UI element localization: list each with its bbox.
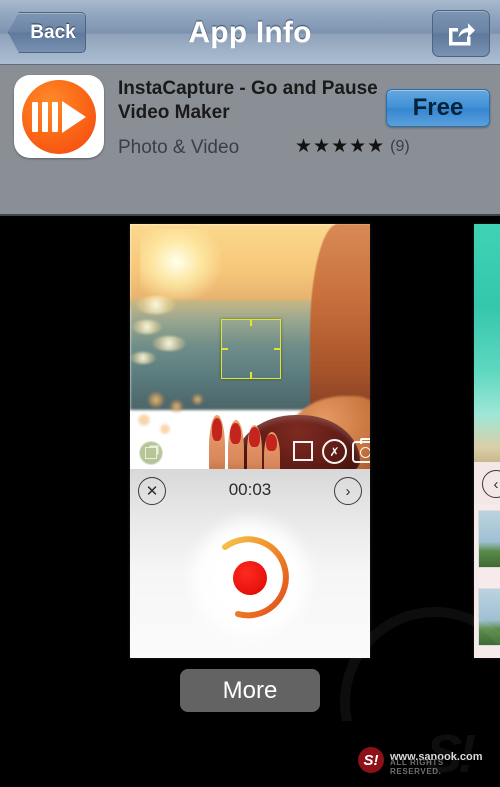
camera-flip-icon[interactable] [352, 438, 370, 463]
rating: ★★★★★ (9) [295, 137, 410, 156]
navigation-bar: App Info Back [0, 0, 500, 65]
record-button[interactable] [197, 525, 303, 631]
focus-rectangle [221, 319, 281, 379]
square-icon[interactable] [293, 441, 313, 461]
bokeh-light [170, 400, 183, 413]
water-glint [130, 352, 156, 364]
water-glint [152, 336, 186, 351]
play-triangle-icon [62, 100, 86, 133]
back-button[interactable]: Back [8, 12, 86, 53]
camera-toolbar: ✗ [130, 433, 370, 469]
app-category: Photo & Video [118, 137, 240, 158]
share-button[interactable] [432, 10, 490, 57]
bokeh-light [192, 394, 203, 405]
camera-viewfinder-preview: ✗ [130, 224, 370, 469]
pause-bars-icon [32, 101, 58, 132]
beach-preview [474, 224, 500, 462]
app-info-band: InstaCapture - Go and Pause Video Maker … [0, 65, 500, 273]
app-title: InstaCapture - Go and Pause Video Maker [118, 78, 378, 124]
gallery-icon[interactable] [139, 441, 163, 465]
price-button[interactable]: Free [386, 89, 490, 127]
bokeh-light [138, 414, 150, 426]
flash-off-icon[interactable]: ✗ [322, 439, 347, 464]
recorder-top-bar: ✕ 00:03 › [130, 469, 370, 511]
app-info-screen: App Info Back InstaCapture - Go and Paus… [0, 0, 500, 787]
more-button[interactable]: More [180, 669, 320, 712]
star-rating: ★★★★★ [295, 136, 386, 157]
chevron-right-icon[interactable]: › [334, 477, 362, 505]
screenshot-main[interactable]: ✗ ✕ 00:03 › [130, 224, 370, 658]
water-glint [136, 296, 176, 314]
recorder-panel: ✕ 00:03 › [130, 469, 370, 658]
share-icon [449, 22, 475, 45]
water-glint [132, 320, 162, 334]
app-icon-circle [22, 79, 96, 154]
chevron-left-icon[interactable]: ‹ [482, 470, 500, 498]
sun-glow [139, 228, 222, 303]
rating-count: (9) [390, 137, 410, 155]
screenshot-next[interactable]: ‹ [474, 224, 500, 658]
watermark-big-glyph: S! [426, 724, 476, 784]
bokeh-light [148, 392, 164, 408]
record-dot [233, 561, 267, 595]
next-shot-bar: ‹ [474, 462, 500, 504]
app-icon [14, 75, 104, 158]
